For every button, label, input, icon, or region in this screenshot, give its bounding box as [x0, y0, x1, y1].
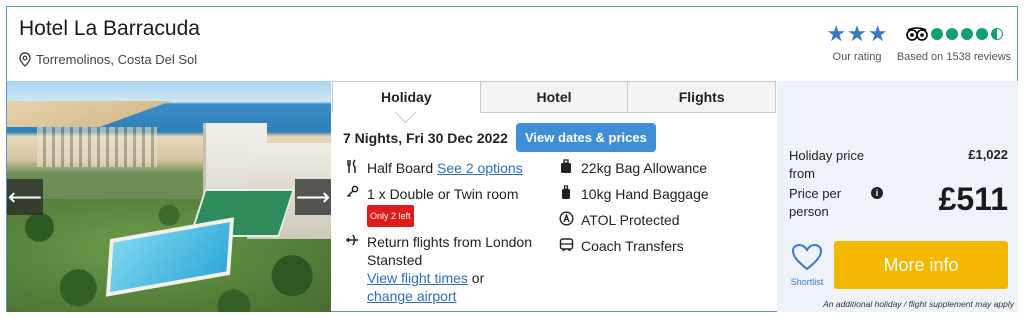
price-per-person-value: £511 — [938, 181, 1008, 217]
board-feature: Half Board See 2 options — [345, 159, 545, 179]
rating-label: Our rating — [832, 51, 882, 63]
trip-summary: 7 Nights, Fri 30 Dec 2022 View dates & p… — [343, 123, 656, 152]
hotel-location: Torremolinos, Costa Del Sol — [19, 52, 197, 67]
transfer-text: Coach Transfers — [581, 238, 684, 254]
tab-hotel[interactable]: Hotel — [480, 81, 629, 113]
arrow-right-icon: ⟶ — [295, 183, 331, 211]
star-icon: ★ — [826, 21, 847, 46]
rating-bubble-full — [960, 28, 973, 40]
features-right: 22kg Bag Allowance 10kg Hand Baggage ATO… — [559, 159, 759, 263]
or-text: or — [467, 270, 485, 286]
tab-flights[interactable]: Flights — [628, 81, 777, 113]
more-info-button[interactable]: More info — [834, 241, 1008, 289]
hand-baggage-feature: 10kg Hand Baggage — [559, 185, 759, 205]
room-text: 1 x Double or Twin room — [367, 186, 519, 202]
star-icon: ★ — [847, 21, 867, 46]
holiday-price-value: £1,022 — [968, 147, 1008, 162]
tab-bar: Holiday Hotel Flights — [332, 81, 777, 113]
holiday-price-label: Holiday price from — [789, 148, 865, 181]
transfer-feature: Coach Transfers — [559, 237, 759, 257]
change-airport-link[interactable]: change airport — [367, 288, 457, 304]
next-image-button[interactable]: ⟶ — [295, 179, 331, 215]
hotel-photo[interactable]: ⟵ ⟶ — [7, 81, 331, 312]
atol-icon — [559, 211, 574, 231]
rating-bubble-full — [975, 28, 988, 40]
view-dates-button[interactable]: View dates & prices — [515, 123, 656, 152]
flights-feature: Return flights from London Stansted View… — [345, 233, 545, 305]
flights-text: Return flights from London Stansted — [367, 234, 532, 268]
hand-bag-icon — [559, 185, 573, 205]
room-feature: 1 x Double or Twin room Only 2 left — [345, 185, 545, 227]
bag-text: 22kg Bag Allowance — [581, 160, 708, 176]
price-per-person-label: Price per person — [789, 186, 842, 219]
info-icon[interactable]: i — [871, 187, 883, 199]
prev-image-button[interactable]: ⟵ — [7, 179, 43, 215]
supplement-note: An additional holiday / flight supplemen… — [823, 299, 1014, 309]
arrow-left-icon: ⟵ — [7, 183, 43, 211]
rating-bubble-full — [930, 28, 943, 40]
tripadvisor-rating: Based on 1538 reviews — [893, 23, 1015, 63]
plane-icon — [345, 233, 359, 305]
price-panel: Holiday price from £1,022 Price per pers… — [777, 81, 1018, 312]
rating-bubble-full — [945, 28, 958, 40]
map-pin-icon — [19, 52, 31, 67]
star-icon: ★ — [867, 21, 888, 46]
reviews-count: Based on 1538 reviews — [896, 51, 1012, 63]
suitcase-icon — [559, 159, 573, 179]
star-rating: ★ ★ ★ — [825, 23, 889, 45]
key-icon — [345, 185, 359, 227]
shortlist-label[interactable]: Shortlist — [785, 277, 829, 287]
tripadvisor-owl-icon — [905, 27, 928, 41]
cutlery-icon — [345, 159, 359, 179]
location-text: Torremolinos, Costa Del Sol — [36, 52, 198, 67]
our-rating: ★ ★ ★ Our rating — [825, 23, 889, 64]
holiday-card: Hotel La Barracuda Torremolinos, Costa D… — [6, 6, 1018, 312]
heart-icon[interactable] — [791, 243, 823, 271]
tab-holiday[interactable]: Holiday — [332, 81, 481, 113]
board-text: Half Board — [367, 160, 434, 176]
nights-date: 7 Nights, Fri 30 Dec 2022 — [343, 129, 508, 146]
rating-bubble-half — [990, 28, 1003, 40]
availability-badge: Only 2 left — [367, 205, 414, 227]
bag-feature: 22kg Bag Allowance — [559, 159, 759, 179]
coach-icon — [559, 237, 574, 257]
features-left: Half Board See 2 options 1 x Double or T… — [345, 159, 545, 311]
hand-baggage-text: 10kg Hand Baggage — [581, 186, 709, 202]
atol-feature: ATOL Protected — [559, 211, 759, 231]
hotel-name[interactable]: Hotel La Barracuda — [19, 17, 200, 41]
atol-text: ATOL Protected — [581, 212, 680, 228]
view-flight-times-link[interactable]: View flight times — [367, 270, 468, 286]
see-options-link[interactable]: See 2 options — [437, 160, 523, 176]
